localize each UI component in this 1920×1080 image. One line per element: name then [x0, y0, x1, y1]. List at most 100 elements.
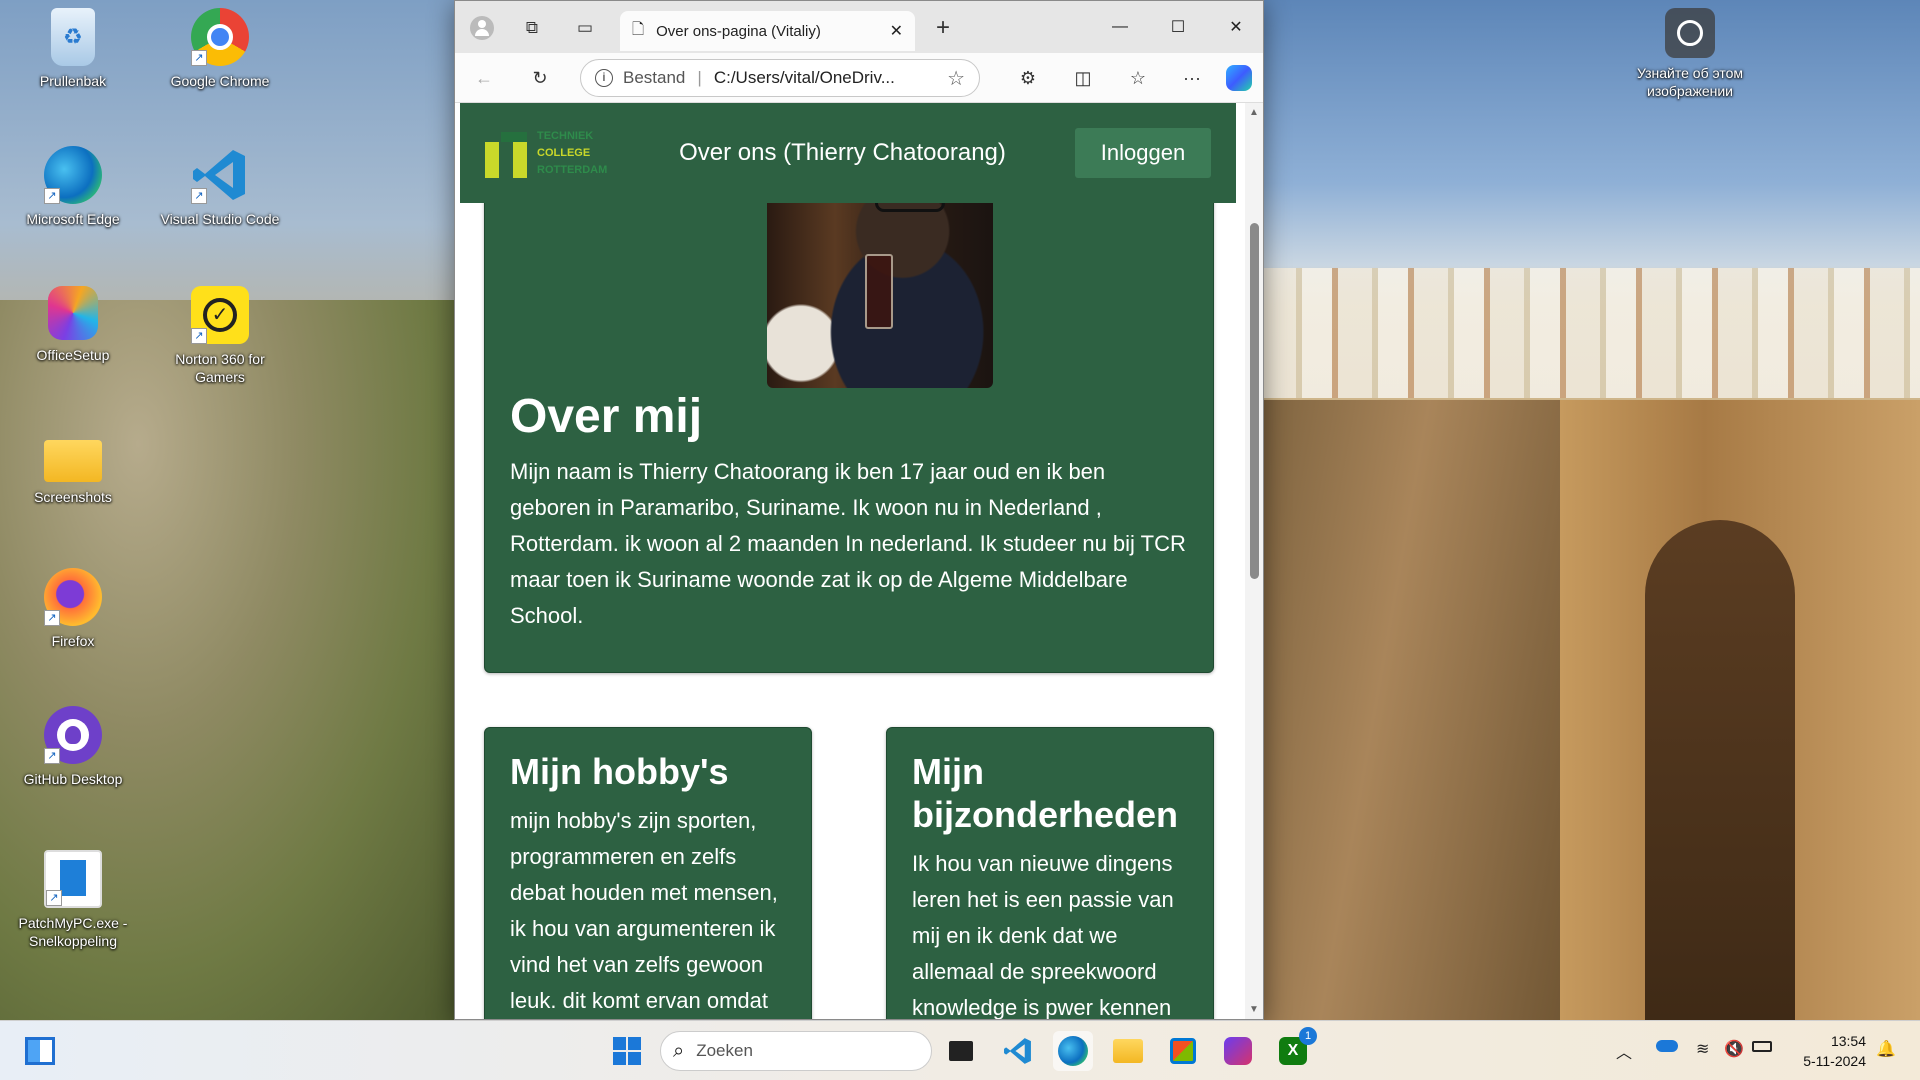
chrome-icon: ↗ [191, 8, 249, 66]
taskbar-file-explorer[interactable] [1108, 1031, 1148, 1071]
bell-icon: 🔔 [1876, 1041, 1896, 1058]
page-icon: 🗋 [632, 20, 645, 38]
chevron-up-icon: ︿ [1616, 1045, 1633, 1062]
tab-over-ons[interactable]: 🗋 Over ons-pagina (Vitaliy) ✕ [620, 11, 915, 51]
firefox-icon: ↗ [44, 568, 102, 626]
more-menu-button[interactable]: ··· [1177, 63, 1207, 93]
show-hidden-icons-button[interactable]: ︿ [1616, 1039, 1632, 1063]
new-tab-button[interactable]: + [928, 13, 958, 43]
info-icon: i [595, 69, 613, 87]
address-bar[interactable]: i Bestand | C:/Users/vital/OneDriv... ☆ [580, 59, 980, 97]
wallpaper-town [1262, 268, 1920, 398]
close-icon: ✕ [1229, 19, 1243, 36]
favorite-star-icon[interactable]: ☆ [947, 66, 965, 91]
cloud-icon [1656, 1040, 1678, 1052]
scrollbar-thumb[interactable] [1250, 223, 1259, 579]
back-arrow-icon: ← [475, 67, 493, 88]
page-viewport[interactable]: TECHNIEK COLLEGE ROTTERDAM Over ons (Thi… [455, 103, 1263, 1019]
desktop-icon-recycle-bin[interactable]: ♻ Prullenbak [13, 8, 133, 90]
notifications-button[interactable]: 🔔 [1876, 1039, 1896, 1059]
page-title: Over ons (Thierry Chatoorang) [679, 139, 1006, 166]
desktop-icon-microsoft-edge[interactable]: ↗ Microsoft Edge [13, 146, 133, 228]
folder-icon [1113, 1039, 1143, 1063]
clock-time: 13:54 [1830, 1033, 1866, 1049]
copilot-button[interactable] [1224, 63, 1254, 93]
tab-title: Over ons-pagina (Vitaliy) [656, 22, 821, 40]
start-button[interactable] [607, 1031, 647, 1071]
search-placeholder: Zoeken [696, 1041, 753, 1060]
vertical-tabs-button[interactable]: ▭ [570, 13, 600, 43]
desktop-icon-firefox[interactable]: ↗ Firefox [13, 568, 133, 650]
taskbar-edge[interactable] [1053, 1031, 1093, 1071]
volume-button[interactable]: 🔇 [1724, 1039, 1744, 1059]
minimize-button[interactable]: — [1097, 11, 1143, 43]
extensions-button[interactable]: ⚙ [1013, 63, 1043, 93]
plus-icon: + [935, 14, 950, 41]
details-card: Mijn bijzonderheden Ik hou van nieuwe di… [886, 727, 1214, 1019]
wifi-icon: ≋ [1696, 1041, 1710, 1058]
desktop-icon-norton-360[interactable]: ✓ ↗ Norton 360 for Gamers [160, 286, 280, 386]
onedrive-button[interactable] [1656, 1039, 1678, 1057]
scroll-down-icon[interactable]: ▼ [1249, 1004, 1259, 1015]
workspaces-icon: ⧉ [525, 18, 539, 37]
tab-actions-icon: ▭ [576, 18, 594, 37]
about-heading: Over mij [510, 390, 703, 443]
back-button[interactable]: ← [469, 63, 499, 93]
wifi-button[interactable]: ≋ [1696, 1039, 1709, 1059]
logo-bar [485, 142, 499, 178]
login-button[interactable]: Inloggen [1075, 128, 1211, 178]
favorites-icon: ☆ [1129, 67, 1147, 88]
norton-icon: ✓ ↗ [191, 286, 249, 344]
folder-icon [44, 440, 102, 482]
refresh-button[interactable]: ↻ [525, 63, 555, 93]
details-text: Ik hou van nieuwe dingens leren het is e… [912, 851, 1174, 1019]
favorites-button[interactable]: ☆ [1123, 63, 1153, 93]
vscode-icon [1004, 1038, 1031, 1064]
taskbar-search[interactable]: ⌕ Zoeken [660, 1031, 932, 1071]
school-logo[interactable]: TECHNIEK COLLEGE ROTTERDAM [485, 128, 610, 178]
battery-button[interactable] [1752, 1039, 1772, 1057]
desktop-icon-github-desktop[interactable]: ↗ GitHub Desktop [13, 706, 133, 788]
security-label: Bestand [623, 68, 686, 87]
profile-button[interactable] [467, 13, 497, 43]
desktop-icon-officesetup[interactable]: OfficeSetup [13, 286, 133, 364]
taskbar-vscode[interactable] [998, 1031, 1038, 1071]
about-text: Mijn naam is Thierry Chatoorang ik ben 1… [510, 459, 1186, 628]
tab-bar: ⧉ ▭ 🗋 Over ons-pagina (Vitaliy) ✕ + — ☐ … [455, 1, 1263, 53]
desktop-icon-google-chrome[interactable]: ↗ Google Chrome [160, 8, 280, 90]
volume-muted-icon: 🔇 [1724, 1041, 1744, 1058]
windows-logo-icon [613, 1037, 641, 1065]
puzzle-icon: ⚙ [1019, 67, 1037, 88]
shortcut-arrow-icon: ↗ [44, 610, 60, 626]
taskbar-xbox[interactable]: X 1 [1273, 1027, 1317, 1071]
edge-icon: ↗ [44, 146, 102, 204]
vscode-icon: ↗ [191, 146, 249, 204]
learn-about-image-widget[interactable]: Узнайте об этом изображении [1630, 8, 1750, 100]
task-view-button[interactable] [941, 1031, 981, 1071]
clock-date: 5-11-2024 [1803, 1053, 1866, 1069]
close-tab-icon[interactable]: ✕ [890, 21, 903, 41]
wallpaper-bridge-arch [1645, 520, 1795, 1020]
desktop-icon-screenshots-folder[interactable]: Screenshots [13, 430, 133, 506]
hobbies-heading: Mijn hobby's [510, 751, 729, 792]
desktop-icon-visual-studio-code[interactable]: ↗ Visual Studio Code [160, 146, 280, 228]
widgets-icon [25, 1037, 55, 1065]
desktop-icon-patchmypc[interactable]: ↗ PatchMyPC.exe - Snelkoppeling [13, 850, 133, 950]
clock[interactable]: 13:54 5-11-2024 [1792, 1031, 1866, 1071]
close-window-button[interactable]: ✕ [1213, 11, 1259, 43]
office-icon [48, 286, 98, 340]
details-heading: Mijn bijzonderheden [912, 751, 1179, 835]
vertical-scrollbar[interactable]: ▲ ▼ [1245, 103, 1263, 1019]
wallpaper-cliff [1262, 400, 1572, 1020]
split-screen-button[interactable]: ◫ [1068, 63, 1098, 93]
scroll-up-icon[interactable]: ▲ [1249, 107, 1259, 118]
workspaces-button[interactable]: ⧉ [517, 13, 547, 43]
notification-badge: 1 [1299, 1027, 1317, 1045]
shortcut-arrow-icon: ↗ [44, 188, 60, 204]
profile-icon [470, 16, 494, 40]
widgets-button[interactable] [20, 1031, 60, 1071]
maximize-button[interactable]: ☐ [1155, 11, 1201, 43]
taskbar-microsoft-store[interactable] [1163, 1031, 1203, 1071]
taskbar-app[interactable] [1218, 1031, 1258, 1071]
shortcut-arrow-icon: ↗ [191, 188, 207, 204]
